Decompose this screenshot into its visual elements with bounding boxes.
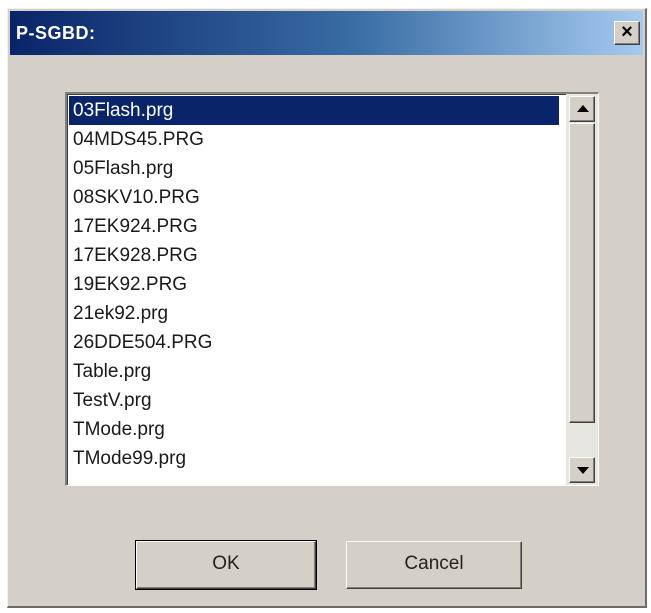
list-item[interactable]: 17EK928.PRG [69,241,559,270]
dialog-title: P-SGBD: [16,23,96,43]
file-list[interactable]: 03Flash.prg 04MDS45.PRG 05Flash.prg 08SKV10… [69,96,559,473]
list-item[interactable]: TestV.prg [69,386,559,415]
close-button[interactable]: × [614,21,640,45]
arrow-down-icon [577,467,589,474]
cancel-button[interactable]: Cancel [346,541,522,589]
list-item[interactable]: 05Flash.prg [69,154,559,183]
p-sgbd-dialog: P-SGBD: × 03Flash.prg 04MDS45.PRG 05Flash.… [7,8,647,608]
scroll-down-button[interactable] [569,457,595,483]
scroll-thumb[interactable] [569,123,595,423]
file-listbox[interactable]: 03Flash.prg 04MDS45.PRG 05Flash.prg 08SKV10… [65,92,599,486]
list-item[interactable]: 26DDE504.PRG [69,328,559,357]
ok-button[interactable]: OK [135,540,317,590]
list-item[interactable]: 04MDS45.PRG [69,125,559,154]
list-item[interactable]: 03Flash.prg [69,96,559,125]
vertical-scrollbar[interactable] [566,94,598,485]
list-item[interactable]: Table.prg [69,357,559,386]
list-item[interactable]: 19EK92.PRG [69,270,559,299]
list-item[interactable]: 08SKV10.PRG [69,183,559,212]
close-icon: × [621,21,633,43]
scroll-up-button[interactable] [569,96,595,122]
list-item[interactable]: 17EK924.PRG [69,212,559,241]
arrow-up-icon [577,105,589,112]
list-item[interactable]: TMode.prg [69,415,559,444]
list-item[interactable]: TMode99.prg [69,444,559,473]
list-item[interactable]: 21ek92.prg [69,299,559,328]
title-bar[interactable]: P-SGBD: × [10,11,643,55]
